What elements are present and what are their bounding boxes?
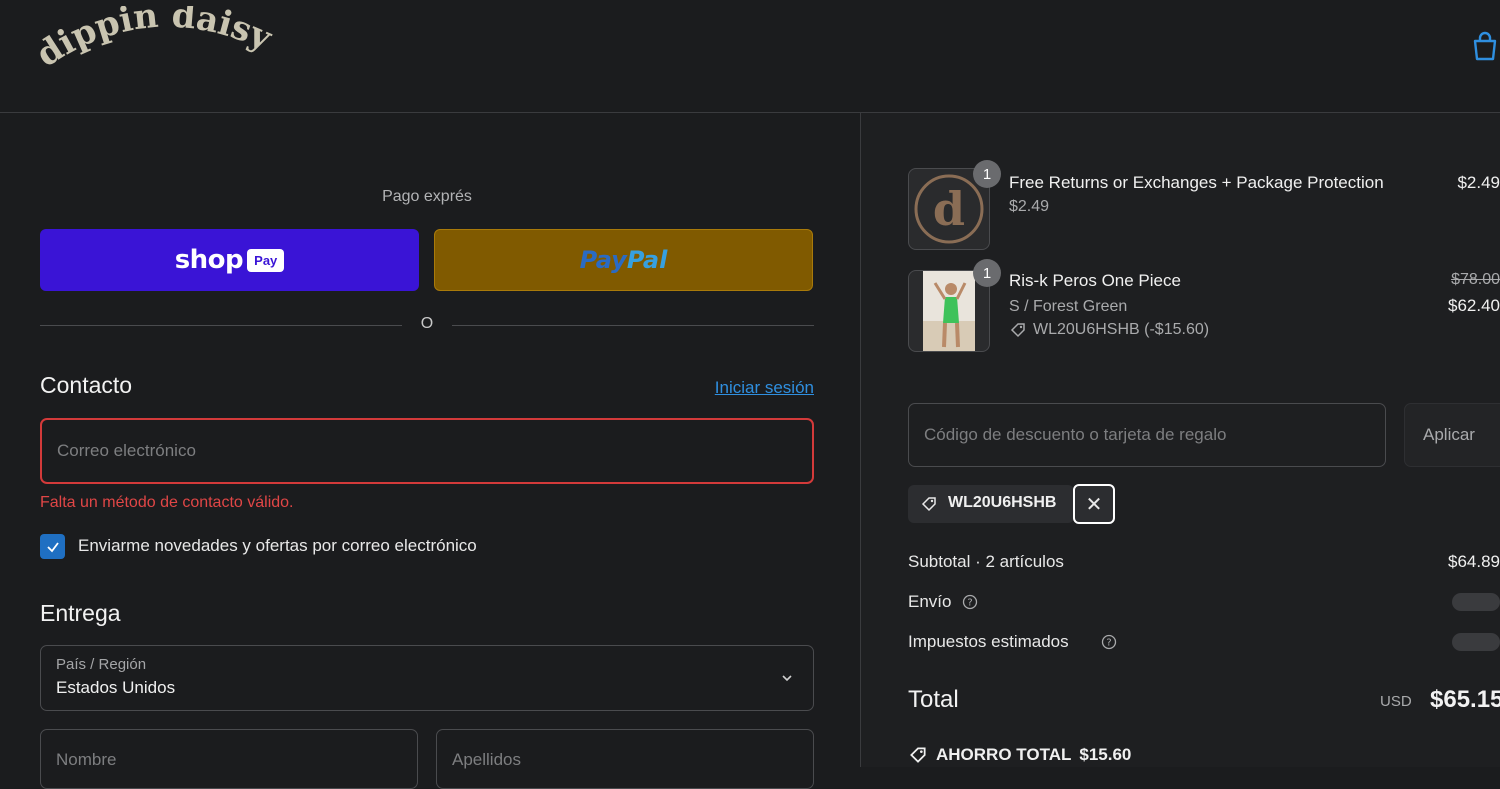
discount-tag-icon bbox=[910, 747, 926, 763]
item-quantity-badge: 1 bbox=[973, 259, 1001, 287]
item-title: Free Returns or Exchanges + Package Prot… bbox=[1009, 173, 1384, 192]
or-divider-text: O bbox=[420, 315, 434, 332]
svg-text:d: d bbox=[933, 182, 965, 236]
shop-pay-wordmark: shop bbox=[174, 245, 244, 275]
country-select-label: País / Región bbox=[56, 656, 147, 673]
paypal-wordmark: PayPal bbox=[579, 246, 668, 274]
item-variant: S / Forest Green bbox=[1009, 298, 1128, 315]
newsletter-checkbox[interactable] bbox=[40, 534, 65, 559]
first-name-placeholder: Nombre bbox=[56, 750, 117, 769]
svg-text:?: ? bbox=[967, 598, 972, 609]
svg-text:dippin daisys: dippin daisys bbox=[38, 6, 278, 75]
email-field[interactable] bbox=[42, 420, 812, 482]
item-title: Ris-k Peros One Piece bbox=[1009, 271, 1181, 290]
help-icon[interactable]: ? bbox=[1101, 634, 1117, 650]
discount-tag-icon bbox=[921, 497, 936, 512]
shipping-label: Envío bbox=[908, 592, 952, 611]
remove-code-button[interactable]: ✕ bbox=[1073, 484, 1115, 524]
discount-code-field[interactable] bbox=[909, 404, 1385, 466]
country-select-value: Estados Unidos bbox=[56, 678, 176, 697]
savings-label: AHORRO TOTAL bbox=[936, 745, 1072, 764]
last-name-field[interactable]: Apellidos bbox=[436, 729, 814, 789]
svg-text:?: ? bbox=[1106, 638, 1111, 649]
subtotal-label: Subtotal · 2 artículos bbox=[908, 552, 1064, 571]
savings-value: $15.60 bbox=[1079, 745, 1132, 764]
item-original-price: $78.00 bbox=[1451, 271, 1500, 288]
taxes-label: Impuestos estimados bbox=[908, 632, 1069, 651]
item-unit-price: $2.49 bbox=[1009, 198, 1050, 215]
discount-field-wrapper bbox=[908, 403, 1386, 467]
shop-pay-button[interactable]: shop Pay bbox=[40, 229, 419, 291]
contact-heading: Contacto bbox=[40, 372, 133, 398]
column-divider bbox=[860, 113, 861, 767]
email-field-wrapper bbox=[40, 418, 814, 484]
brand-logo[interactable]: dippin daisys bbox=[38, 6, 278, 96]
total-savings: AHORRO TOTAL $15.60 bbox=[908, 745, 1131, 765]
first-name-field[interactable]: Nombre bbox=[40, 729, 418, 789]
checkmark-icon bbox=[46, 541, 59, 552]
chevron-down-icon bbox=[782, 675, 792, 682]
subtotal-value: $64.89 bbox=[1448, 552, 1500, 571]
discount-tag-icon bbox=[1010, 323, 1025, 338]
item-quantity-badge: 1 bbox=[973, 160, 1001, 188]
apply-discount-button[interactable]: Aplicar bbox=[1404, 403, 1500, 467]
shopping-bag-icon[interactable] bbox=[1470, 30, 1500, 62]
total-label: Total bbox=[908, 686, 959, 713]
shop-pay-badge: Pay bbox=[247, 248, 285, 272]
login-link[interactable]: Iniciar sesión bbox=[640, 378, 814, 398]
item-price: $2.49 bbox=[1457, 173, 1500, 192]
country-select[interactable]: País / Región Estados Unidos bbox=[40, 645, 814, 711]
shipping-value-loading bbox=[1452, 593, 1500, 611]
taxes-value-loading bbox=[1452, 633, 1500, 651]
total-currency: USD bbox=[1380, 693, 1412, 710]
applied-code-tag: WL20U6HSHB bbox=[908, 485, 1074, 523]
applied-code-text: WL20U6HSHB bbox=[948, 494, 1057, 511]
last-name-placeholder: Apellidos bbox=[452, 750, 521, 769]
total-value: $65.15 bbox=[1430, 686, 1500, 713]
help-icon[interactable]: ? bbox=[962, 594, 978, 610]
express-checkout-label: Pago exprés bbox=[382, 188, 472, 205]
item-discount: WL20U6HSHB (-$15.60) bbox=[1033, 321, 1210, 338]
paypal-button[interactable]: PayPal bbox=[434, 229, 813, 291]
close-icon: ✕ bbox=[1085, 493, 1103, 516]
email-error-message: Falta un método de contacto válido. bbox=[40, 494, 294, 511]
newsletter-label[interactable]: Enviarme novedades y ofertas por correo … bbox=[78, 536, 477, 556]
or-divider-right bbox=[452, 325, 814, 326]
item-price: $62.40 bbox=[1448, 296, 1500, 315]
delivery-heading: Entrega bbox=[40, 600, 121, 626]
or-divider-left bbox=[40, 325, 402, 326]
